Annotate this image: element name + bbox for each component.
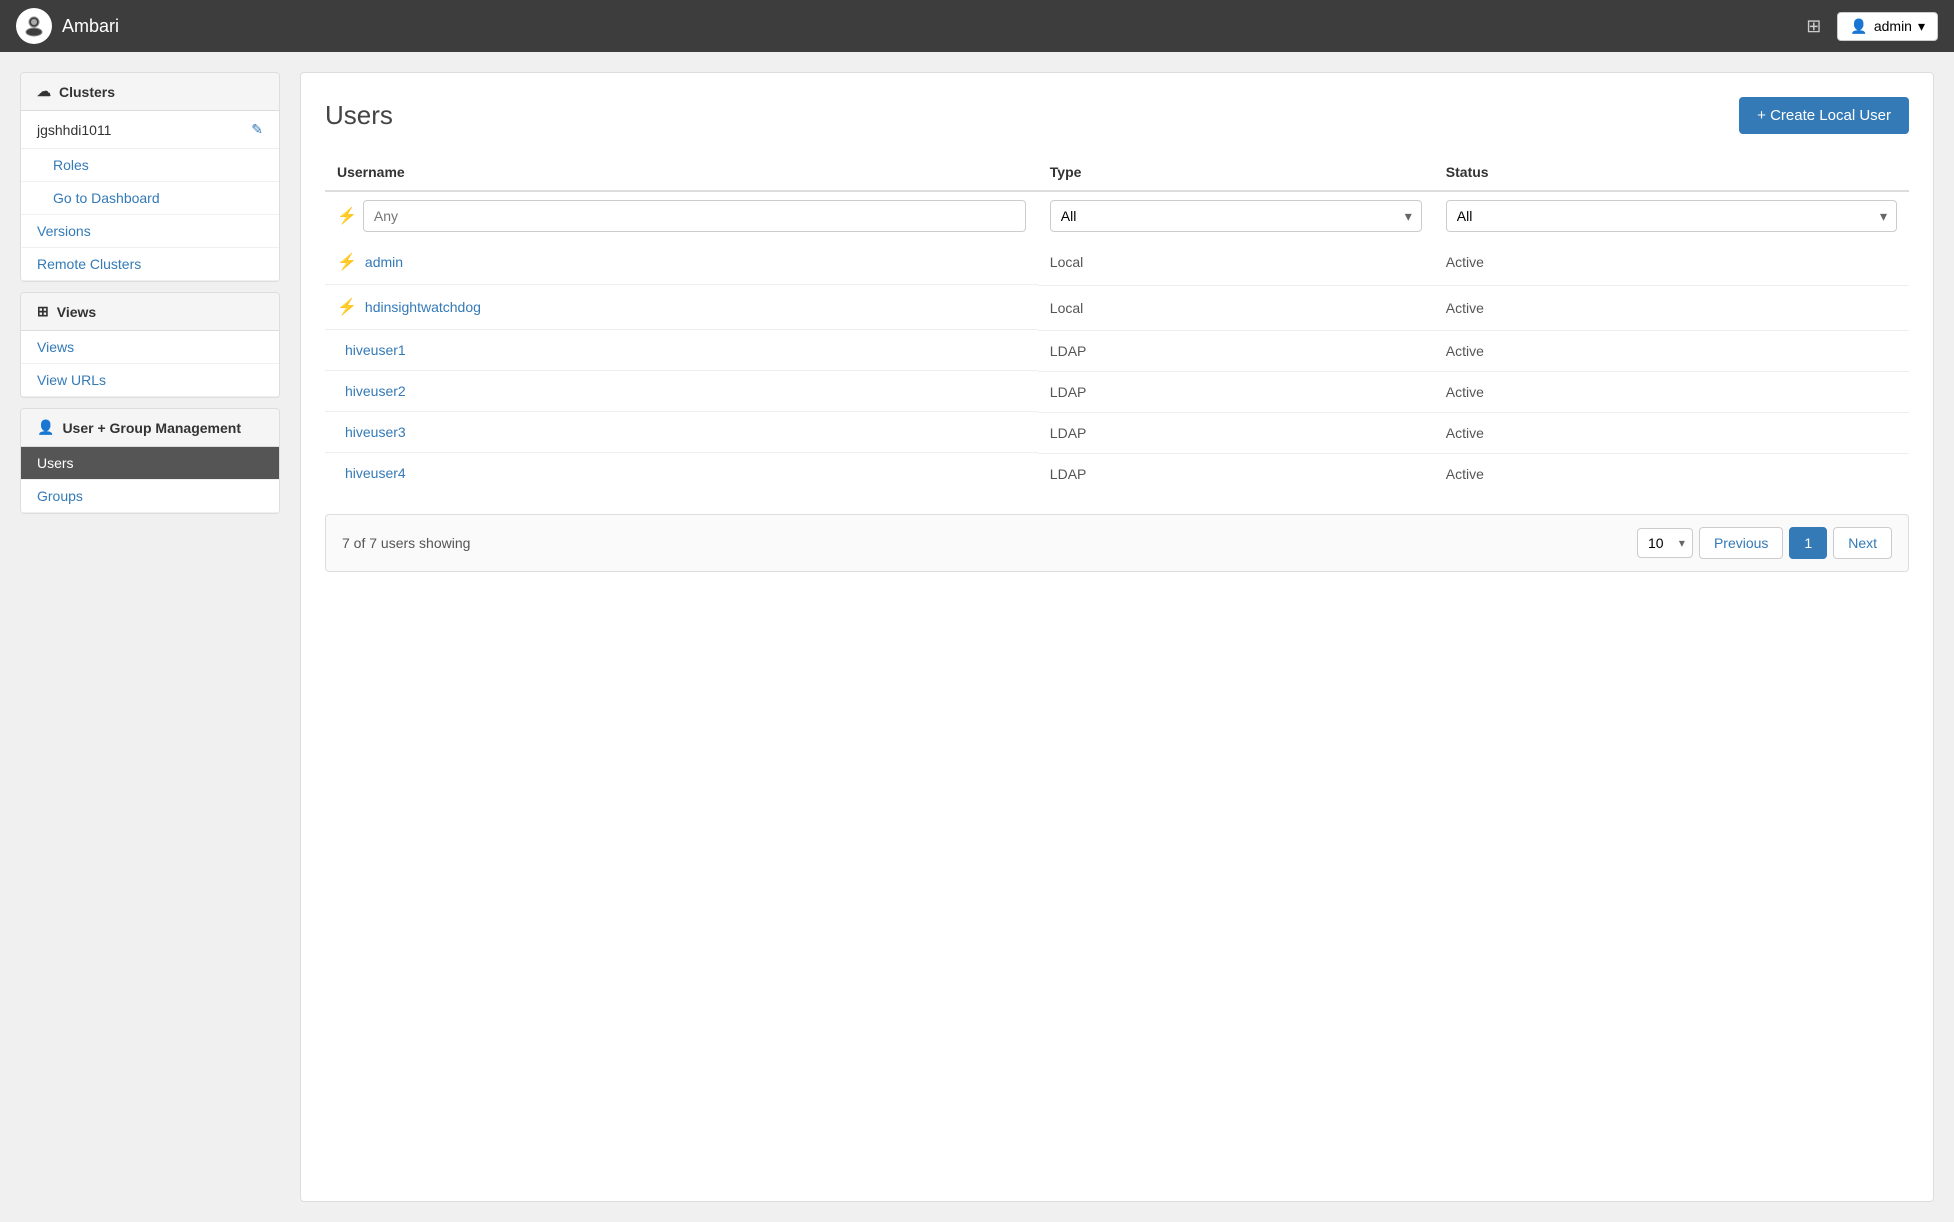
type-column-header: Type — [1038, 154, 1434, 191]
sidebar-item-views[interactable]: Views — [21, 331, 279, 364]
main-layout: ☁ Clusters jgshhdi1011 ✎ Roles Go to Das… — [0, 52, 1954, 1222]
status-cell: Active — [1434, 453, 1909, 494]
app-title: Ambari — [62, 16, 119, 37]
per-page-wrapper: 10 25 50 — [1637, 528, 1693, 558]
username-filter-cell: ⚡ — [325, 191, 1038, 240]
ugm-user-icon: 👤 — [37, 419, 54, 436]
table-header-row: Username Type Status — [325, 154, 1909, 191]
status-cell: Active — [1434, 330, 1909, 371]
status-cell: Active — [1434, 371, 1909, 412]
sidebar-item-dashboard[interactable]: Go to Dashboard — [21, 182, 279, 215]
username-link[interactable]: hdinsightwatchdog — [365, 299, 481, 315]
main-content: Users + Create Local User Username Type … — [300, 72, 1934, 1202]
admin-menu-button[interactable]: 👤 admin ▾ — [1837, 12, 1938, 41]
sidebar-item-users[interactable]: Users — [21, 447, 279, 480]
next-page-button[interactable]: Next — [1833, 527, 1892, 559]
type-cell: Local — [1038, 240, 1434, 285]
username-link[interactable]: hiveuser3 — [345, 424, 406, 440]
users-table-body: ⚡adminLocalActive⚡hdinsightwatchdogLocal… — [325, 240, 1909, 494]
username-link[interactable]: admin — [365, 254, 403, 270]
pagination-info: 7 of 7 users showing — [342, 535, 470, 551]
status-filter-wrapper: All Active Inactive — [1446, 200, 1897, 232]
type-cell: LDAP — [1038, 412, 1434, 453]
username-filter-input[interactable] — [363, 200, 1026, 232]
sidebar-item-view-urls[interactable]: View URLs — [21, 364, 279, 397]
sidebar-item-remote-clusters[interactable]: Remote Clusters — [21, 248, 279, 281]
clusters-section-header: ☁ Clusters — [21, 73, 279, 111]
brand-area: Ambari — [16, 8, 119, 44]
username-link[interactable]: hiveuser2 — [345, 383, 406, 399]
cloud-icon: ☁ — [37, 83, 51, 100]
per-page-select[interactable]: 10 25 50 — [1637, 528, 1693, 558]
status-cell: Active — [1434, 412, 1909, 453]
username-cell: hiveuser2 — [325, 371, 1038, 412]
ugm-section-header: 👤 User + Group Management — [21, 409, 279, 447]
username-link[interactable]: hiveuser4 — [345, 465, 406, 481]
username-cell: hiveuser3 — [325, 412, 1038, 453]
dropdown-arrow-icon: ▾ — [1918, 18, 1925, 35]
sidebar-item-groups[interactable]: Groups — [21, 480, 279, 513]
views-section-header: ⊞ Views — [21, 293, 279, 331]
type-filter-wrapper: All Local LDAP — [1050, 200, 1422, 232]
pagination-bar: 7 of 7 users showing 10 25 50 Previous 1… — [325, 514, 1909, 572]
clusters-header-label: Clusters — [59, 84, 115, 100]
type-cell: Local — [1038, 285, 1434, 330]
app-logo — [16, 8, 52, 44]
edit-cluster-icon[interactable]: ✎ — [251, 121, 263, 138]
username-column-header: Username — [325, 154, 1038, 191]
table-row: ⚡ admin LocalActive — [325, 240, 1909, 285]
sidebar-item-versions[interactable]: Versions — [21, 215, 279, 248]
table-row: hiveuser3 LDAPActive — [325, 412, 1909, 453]
username-cell: hiveuser1 — [325, 330, 1038, 371]
previous-page-button[interactable]: Previous — [1699, 527, 1783, 559]
ugm-header-label: User + Group Management — [62, 420, 241, 436]
username-cell: ⚡ hdinsightwatchdog — [325, 285, 1038, 330]
table-row: ⚡ hdinsightwatchdog LocalActive — [325, 285, 1909, 330]
pagination-controls: 10 25 50 Previous 1 Next — [1637, 527, 1892, 559]
views-section: ⊞ Views Views View URLs — [20, 292, 280, 398]
cluster-item: jgshhdi1011 ✎ — [21, 111, 279, 149]
sidebar-item-roles[interactable]: Roles — [21, 149, 279, 182]
top-navigation: Ambari ⊞ 👤 admin ▾ — [0, 0, 1954, 52]
users-table: Username Type Status ⚡ — [325, 154, 1909, 494]
table-row: hiveuser1 LDAPActive — [325, 330, 1909, 371]
row-lightning-icon: ⚡ — [337, 252, 357, 272]
filter-row: ⚡ All Local LDAP — [325, 191, 1909, 240]
user-icon: 👤 — [1850, 18, 1867, 35]
views-header-label: Views — [57, 304, 96, 320]
type-filter-cell: All Local LDAP — [1038, 191, 1434, 240]
type-filter-select[interactable]: All Local LDAP — [1050, 200, 1422, 232]
grid-icon[interactable]: ⊞ — [1806, 16, 1821, 37]
status-cell: Active — [1434, 285, 1909, 330]
type-cell: LDAP — [1038, 453, 1434, 494]
type-cell: LDAP — [1038, 330, 1434, 371]
type-cell: LDAP — [1038, 371, 1434, 412]
ugm-section: 👤 User + Group Management Users Groups — [20, 408, 280, 514]
table-row: hiveuser2 LDAPActive — [325, 371, 1909, 412]
page-title: Users — [325, 100, 393, 131]
status-column-header: Status — [1434, 154, 1909, 191]
cluster-name: jgshhdi1011 — [37, 122, 111, 138]
admin-label: admin — [1874, 18, 1912, 34]
views-grid-icon: ⊞ — [37, 303, 49, 320]
sidebar: ☁ Clusters jgshhdi1011 ✎ Roles Go to Das… — [20, 72, 280, 1202]
page-1-button[interactable]: 1 — [1789, 527, 1827, 559]
username-cell: hiveuser4 — [325, 453, 1038, 493]
create-local-user-button[interactable]: + Create Local User — [1739, 97, 1909, 134]
filter-lightning-icon: ⚡ — [337, 206, 357, 226]
username-link[interactable]: hiveuser1 — [345, 342, 406, 358]
status-filter-select[interactable]: All Active Inactive — [1446, 200, 1897, 232]
clusters-section: ☁ Clusters jgshhdi1011 ✎ Roles Go to Das… — [20, 72, 280, 282]
status-cell: Active — [1434, 240, 1909, 285]
topnav-actions: ⊞ 👤 admin ▾ — [1806, 12, 1938, 41]
table-row: hiveuser4 LDAPActive — [325, 453, 1909, 494]
content-header: Users + Create Local User — [325, 97, 1909, 134]
row-lightning-icon: ⚡ — [337, 297, 357, 317]
username-cell: ⚡ admin — [325, 240, 1038, 285]
status-filter-cell: All Active Inactive — [1434, 191, 1909, 240]
